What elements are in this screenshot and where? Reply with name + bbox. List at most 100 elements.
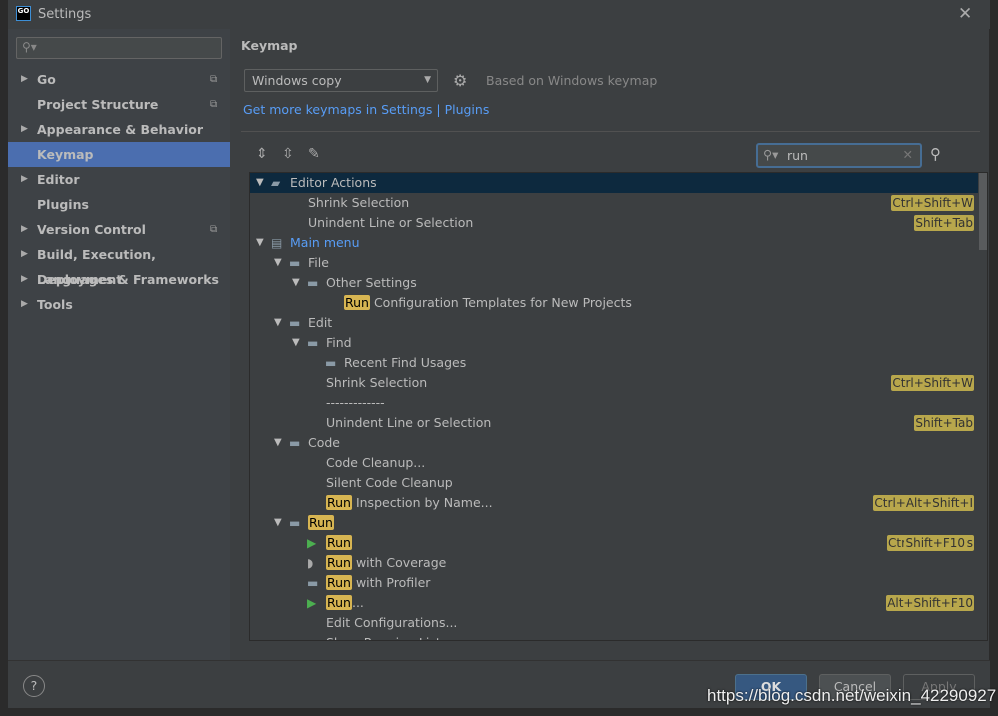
expand-arrow-icon[interactable]: ▼ xyxy=(256,173,264,193)
expand-arrow-icon[interactable]: ▼ xyxy=(256,233,264,253)
keymap-select-value: Windows copy xyxy=(252,73,342,88)
action-text: Code xyxy=(308,435,341,450)
tree-row[interactable]: Code Cleanup... xyxy=(250,453,978,473)
sidebar-item-plugins[interactable]: Plugins xyxy=(8,192,230,217)
expand-arrow-icon[interactable]: ▶ xyxy=(21,267,28,292)
expand-arrow-icon[interactable]: ▶ xyxy=(21,242,28,267)
tree-row[interactable]: Show Running List xyxy=(250,633,978,640)
tree-row[interactable]: ------------- xyxy=(250,393,978,413)
keymap-tree[interactable]: ▼ ▰ Editor Actions Shrink Selection Ctrl+Shi… xyxy=(249,172,988,641)
expand-arrow-icon[interactable]: ▼ xyxy=(274,513,282,533)
tree-row[interactable]: ▼ ▬ Edit xyxy=(250,313,978,333)
expand-arrow-icon[interactable]: ▶ xyxy=(21,292,28,317)
action-label: Code xyxy=(308,433,340,453)
tree-row[interactable]: ▼ ▬ File xyxy=(250,253,978,273)
tree-row[interactable]: ▼ ▰ Editor Actions xyxy=(250,173,978,193)
action-text: Editor Actions xyxy=(290,175,377,190)
tree-row[interactable]: ▬ Run with Profiler xyxy=(250,573,978,593)
sidebar-search-input[interactable]: ⚲▾ xyxy=(16,37,222,59)
tree-row[interactable]: ▼ ▬ Run xyxy=(250,513,978,533)
tree-row[interactable]: Shrink Selection Ctrl+Shift+W xyxy=(250,193,978,213)
folder-icon: ▬ xyxy=(325,356,337,370)
sidebar-item-version-control[interactable]: ▶ Version Control ⧉ xyxy=(8,217,230,242)
folder-icon: ▬ xyxy=(289,516,301,530)
tree-row[interactable]: Run Configuration Templates for New Proj… xyxy=(250,293,978,313)
expand-arrow-icon[interactable]: ▶ xyxy=(21,167,28,192)
menu-icon: ▤ xyxy=(271,236,283,250)
watermark: https://blog.csdn.net/weixin_42290927 xyxy=(707,686,997,705)
sidebar-item-languages-frameworks[interactable]: ▶ Languages & Frameworks xyxy=(8,267,230,292)
search-match: Run xyxy=(326,555,352,570)
sidebar-item-label: Keymap xyxy=(37,147,94,162)
vertical-scrollbar[interactable] xyxy=(979,173,987,640)
expand-arrow-icon[interactable]: ▶ xyxy=(21,117,28,142)
tree-row[interactable]: Run Inspection by Name... Ctrl+Alt+Shift+… xyxy=(250,493,978,513)
keymap-search-input[interactable]: ⚲▾ run ✕ xyxy=(756,143,922,168)
sidebar-item-appearance-behavior[interactable]: ▶ Appearance & Behavior xyxy=(8,117,230,142)
sidebar-item-label: Appearance & Behavior xyxy=(37,122,203,137)
link-separator: | xyxy=(432,102,445,117)
action-label: Unindent Line or Selection xyxy=(308,213,473,233)
sidebar-item-label: Languages & Frameworks xyxy=(37,272,219,287)
sidebar-item-keymap[interactable]: Keymap xyxy=(8,142,230,167)
page-title: Keymap xyxy=(241,38,298,53)
action-text: with Coverage xyxy=(351,555,447,570)
clear-icon[interactable]: ✕ xyxy=(903,147,913,162)
action-label: Run with Profiler xyxy=(326,573,430,593)
close-icon[interactable]: ✕ xyxy=(958,4,972,24)
edit-pencil-icon[interactable]: ✎ xyxy=(308,146,320,162)
search-match: Run xyxy=(308,515,334,530)
tree-row[interactable]: Shrink Selection Ctrl+Shift+W xyxy=(250,373,978,393)
tree-row[interactable]: ▶ Run... Alt+Shift+F10 xyxy=(250,593,978,613)
action-text: Inspection by Name... xyxy=(351,495,493,510)
tree-row[interactable]: Unindent Line or Selection Shift+Tab xyxy=(250,213,978,233)
tree-row[interactable]: ▼ ▬ Other Settings xyxy=(250,273,978,293)
tree-row[interactable]: Edit Configurations... xyxy=(250,613,978,633)
sidebar-item-project-structure[interactable]: Project Structure ⧉ xyxy=(8,92,230,117)
sidebar-item-go[interactable]: ▶ Go ⧉ xyxy=(8,67,230,92)
action-label: Other Settings xyxy=(326,273,417,293)
expand-arrow-icon[interactable]: ▼ xyxy=(274,253,282,273)
tree-row[interactable]: Unindent Line or Selection Shift+Tab xyxy=(250,413,978,433)
action-label: Run... xyxy=(326,593,364,613)
find-by-shortcut-icon[interactable]: ⚲ xyxy=(930,145,941,163)
tree-row[interactable]: ▼ ▬ Find xyxy=(250,333,978,353)
shortcut-badge: Ctrl+Shift+W xyxy=(891,375,974,391)
search-match: Run xyxy=(326,535,352,550)
background-editor xyxy=(0,0,8,716)
action-text: Unindent Line or Selection xyxy=(308,215,474,230)
sidebar-item-tools[interactable]: ▶ Tools xyxy=(8,292,230,317)
sidebar-item-build-execution-deployment[interactable]: ▶ Build, Execution, Deployment xyxy=(8,242,230,287)
tree-row[interactable]: ▶RunCtrl+WindowsShift+F10 xyxy=(250,533,978,553)
shortcut-badge: Shift+Tab xyxy=(914,215,974,231)
tree-row[interactable]: ▼ ▤ Main menu xyxy=(250,233,978,253)
tree-row[interactable]: ▼ ▬ Code xyxy=(250,433,978,453)
expand-arrow-icon[interactable]: ▶ xyxy=(21,217,28,242)
keymap-select[interactable]: Windows copy ▼ xyxy=(244,69,438,92)
sidebar-item-editor[interactable]: ▶ Editor xyxy=(8,167,230,192)
tree-row[interactable]: ▬ Recent Find Usages xyxy=(250,353,978,373)
expand-arrow-icon[interactable]: ▼ xyxy=(292,333,300,353)
folder-icon: ▬ xyxy=(307,576,319,590)
sidebar-item-label: Project Structure xyxy=(37,97,159,112)
expand-arrow-icon[interactable]: ▼ xyxy=(292,273,300,293)
scrollbar-thumb[interactable] xyxy=(979,173,987,250)
action-label: Run xyxy=(308,513,334,533)
expand-arrow-icon[interactable]: ▶ xyxy=(21,67,28,92)
collapse-all-icon[interactable]: ⇳ xyxy=(282,146,294,162)
tree-row[interactable]: ◗ Run with Coverage xyxy=(250,553,978,573)
folder-icon: ▬ xyxy=(307,336,319,350)
folder-icon: ▬ xyxy=(289,436,301,450)
action-label: File xyxy=(308,253,329,273)
expand-all-icon[interactable]: ⇕ xyxy=(256,146,268,162)
search-match: Run xyxy=(326,595,352,610)
tree-row[interactable]: Silent Code Cleanup xyxy=(250,473,978,493)
help-button[interactable]: ? xyxy=(23,675,45,697)
sidebar-item-label: Tools xyxy=(37,297,73,312)
expand-arrow-icon[interactable]: ▼ xyxy=(274,313,282,333)
sidebar: ⚲▾ ▶ Go ⧉ Project Structure ⧉ ▶ Appearance & B… xyxy=(8,29,230,660)
expand-arrow-icon[interactable]: ▼ xyxy=(274,433,282,453)
settings-link[interactable]: Get more keymaps in Settings xyxy=(243,102,432,117)
gear-icon[interactable]: ⚙ xyxy=(453,71,467,90)
plugins-link[interactable]: Plugins xyxy=(445,102,490,117)
